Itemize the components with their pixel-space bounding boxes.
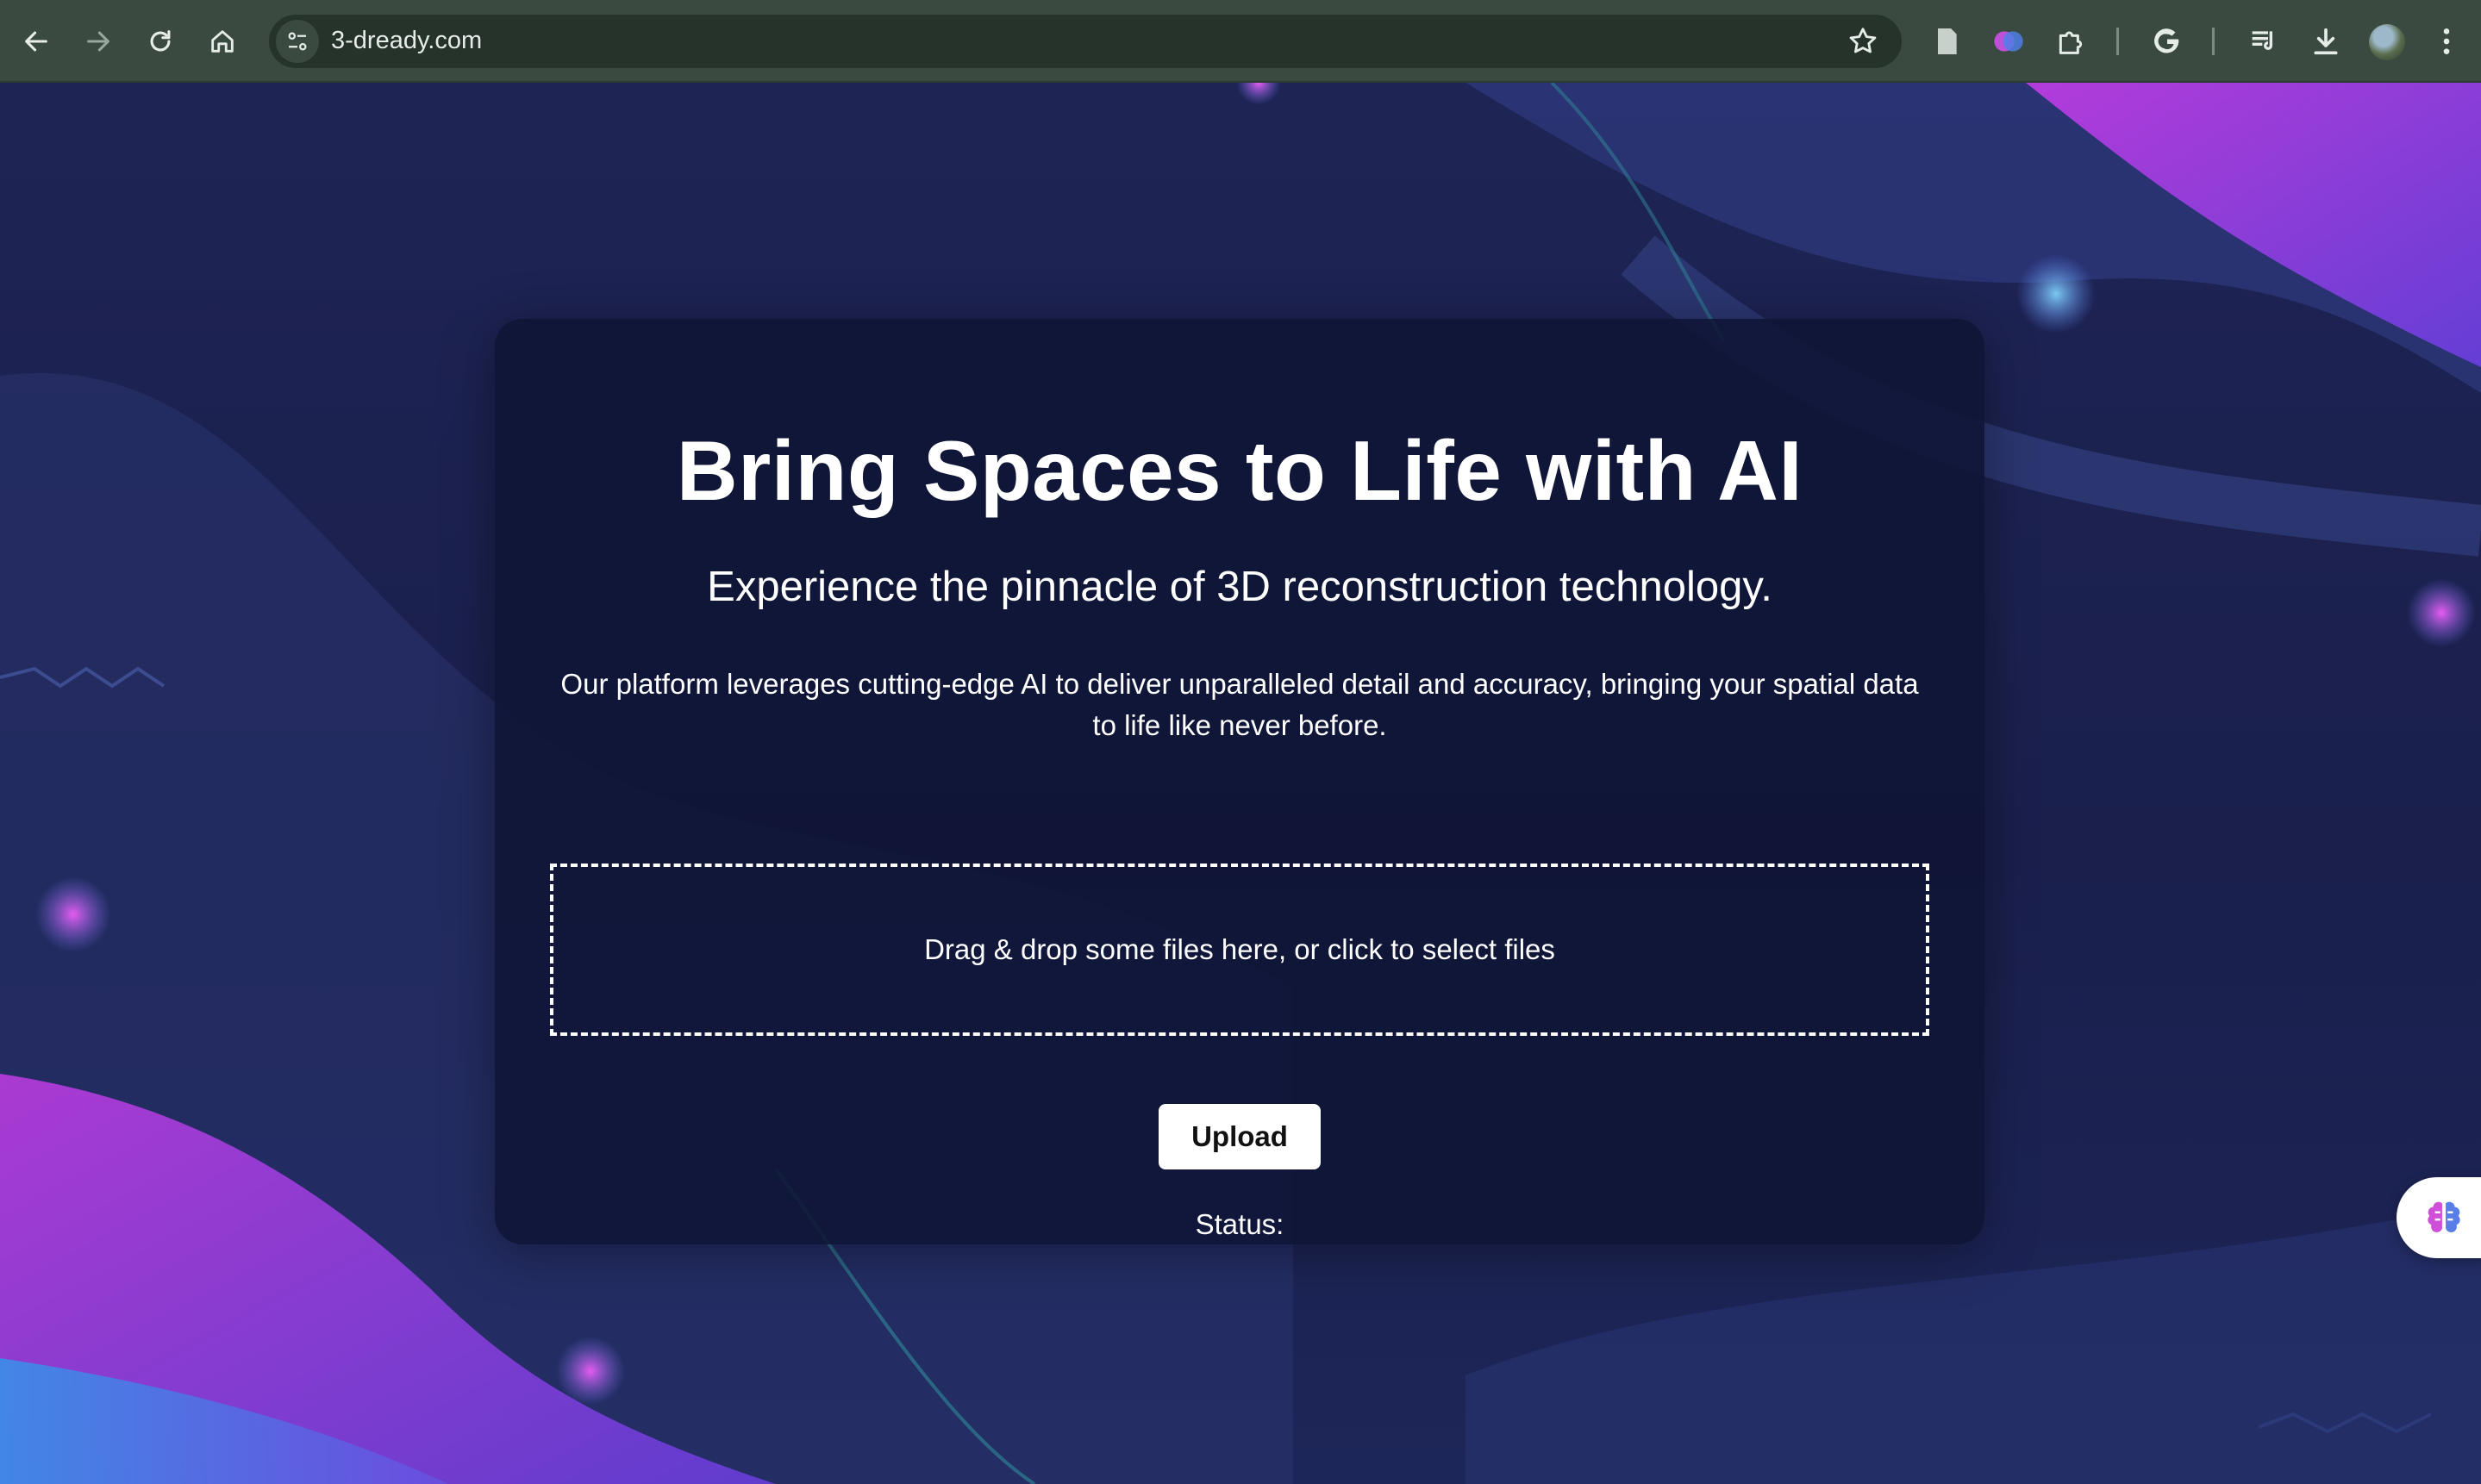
google-icon[interactable]: [2150, 24, 2184, 59]
url-text[interactable]: 3-dready.com: [331, 27, 482, 55]
status-label: Status:: [1195, 1208, 1284, 1240]
profile-avatar[interactable]: [2369, 24, 2405, 60]
brain-icon: [2428, 1201, 2460, 1233]
tune-icon[interactable]: [276, 20, 319, 63]
reading-list-icon[interactable]: [2247, 24, 2281, 59]
back-arrow-icon[interactable]: [17, 22, 55, 60]
toolbar-divider: [2116, 28, 2119, 55]
hero-description: Our platform leverages cutting-edge AI t…: [560, 668, 1919, 741]
floating-assistant-button[interactable]: [2397, 1177, 2481, 1258]
dropzone-text: Drag & drop some files here, or click to…: [924, 933, 1555, 965]
home-icon[interactable]: [203, 22, 241, 60]
puzzle-extensions-icon[interactable]: [2053, 24, 2088, 59]
file-dropzone[interactable]: Drag & drop some files here, or click to…: [550, 864, 1929, 1036]
star-icon[interactable]: [1847, 25, 1879, 58]
hero-title: Bring Spaces to Life with AI: [676, 423, 1803, 518]
brain-extension-icon[interactable]: [1991, 24, 2026, 59]
toolbar-divider: [2212, 28, 2215, 55]
address-bar[interactable]: 3-dready.com: [269, 15, 1902, 68]
browser-toolbar: 3-dready.com: [0, 0, 2481, 83]
hero-card: Bring Spaces to Life with AI Experience …: [495, 319, 1984, 1244]
reload-icon[interactable]: [141, 22, 179, 60]
download-icon[interactable]: [2309, 24, 2343, 59]
more-menu-icon[interactable]: [2429, 24, 2464, 59]
document-icon[interactable]: [1929, 24, 1964, 59]
hero-subtitle: Experience the pinnacle of 3D reconstruc…: [707, 564, 1772, 610]
upload-button[interactable]: Upload: [1159, 1104, 1321, 1169]
page-content: Bring Spaces to Life with AI Experience …: [0, 83, 2481, 1484]
forward-arrow-icon[interactable]: [79, 22, 117, 60]
